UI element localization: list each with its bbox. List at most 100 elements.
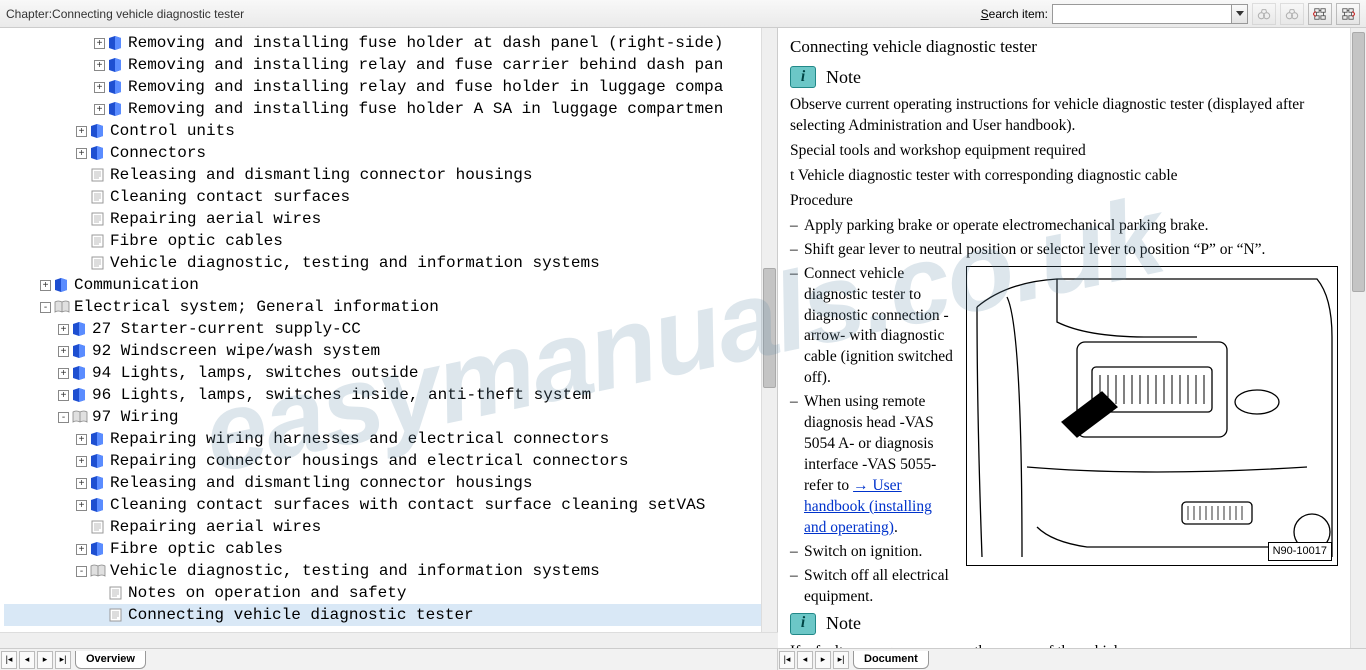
- expand-icon[interactable]: +: [76, 478, 87, 489]
- collapse-icon[interactable]: -: [40, 302, 51, 313]
- tree-item[interactable]: +94 Lights, lamps, switches outside: [4, 362, 761, 384]
- tab-nav-prev[interactable]: ◂: [797, 651, 813, 669]
- book-open-icon: [72, 410, 88, 424]
- tree-item[interactable]: Connecting vehicle diagnostic tester: [4, 604, 761, 626]
- page-icon: [90, 190, 106, 204]
- tab-nav-prev[interactable]: ◂: [19, 651, 35, 669]
- tree-item[interactable]: +Releasing and dismantling connector hou…: [4, 472, 761, 494]
- tree-item[interactable]: Repairing aerial wires: [4, 516, 761, 538]
- tree-item[interactable]: -Vehicle diagnostic, testing and informa…: [4, 560, 761, 582]
- tab-nav-next[interactable]: ▸: [815, 651, 831, 669]
- note-body: Observe current operating instructions f…: [790, 95, 1338, 137]
- tree-item[interactable]: + Cleaning contact surfaces with contact …: [4, 494, 761, 516]
- tree-item[interactable]: + Removing and installing relay and fuse …: [4, 76, 761, 98]
- tree-item[interactable]: -Electrical system; General information: [4, 296, 761, 318]
- tree-item[interactable]: +Fibre optic cables: [4, 538, 761, 560]
- tree-item[interactable]: Notes on operation and safety: [4, 582, 761, 604]
- tree-item[interactable]: +Removing and installing relay and fuse …: [4, 54, 761, 76]
- tree-item[interactable]: Releasing and dismantling connector hous…: [4, 164, 761, 186]
- find-next-button[interactable]: [1280, 3, 1304, 25]
- tab-nav-last[interactable]: ▸|: [833, 651, 849, 669]
- book-blue-icon: [108, 102, 124, 116]
- expand-icon[interactable]: +: [94, 82, 105, 93]
- tree-horizontal-scrollbar[interactable]: [0, 632, 778, 648]
- book-blue-icon: [90, 146, 106, 160]
- doc-vertical-scrollbar[interactable]: [1350, 28, 1366, 648]
- tree-item-label: Removing and installing relay and fuse h…: [128, 76, 723, 98]
- tree-item[interactable]: Repairing aerial wires: [4, 208, 761, 230]
- book-blue-icon: [72, 366, 88, 380]
- page-icon: [108, 586, 124, 600]
- collapse-tree-button[interactable]: [1308, 3, 1332, 25]
- chapter-label: Chapter:Connecting vehicle diagnostic te…: [6, 7, 244, 21]
- expand-icon[interactable]: +: [76, 500, 87, 511]
- book-blue-icon: [108, 58, 124, 72]
- expand-icon[interactable]: +: [76, 148, 87, 159]
- tree-pane: +Removing and installing fuse holder at …: [0, 28, 778, 648]
- tree-item-label: Repairing aerial wires: [110, 208, 321, 230]
- find-button[interactable]: [1252, 3, 1276, 25]
- expand-icon[interactable]: +: [76, 126, 87, 137]
- tab-nav-first[interactable]: |◂: [779, 651, 795, 669]
- collapse-icon[interactable]: -: [76, 566, 87, 577]
- book-blue-icon: [72, 322, 88, 336]
- tree-item[interactable]: +Removing and installing fuse holder at …: [4, 32, 761, 54]
- expand-icon[interactable]: +: [58, 390, 69, 401]
- tree-item-label: Releasing and dismantling connector hous…: [110, 164, 532, 186]
- procedure-step: Switch on ignition.: [804, 542, 956, 563]
- tree-item[interactable]: +27 Starter-current supply-CC: [4, 318, 761, 340]
- search-dropdown-button[interactable]: [1232, 4, 1248, 24]
- expand-icon[interactable]: +: [76, 434, 87, 445]
- tree-vertical-scrollbar[interactable]: [761, 28, 777, 648]
- tree-item-label: Communication: [74, 274, 199, 296]
- expand-icon[interactable]: +: [58, 324, 69, 335]
- expand-icon[interactable]: +: [94, 60, 105, 71]
- note-icon: i: [790, 613, 816, 635]
- expand-icon[interactable]: +: [58, 346, 69, 357]
- tab-nav-last[interactable]: ▸|: [55, 651, 71, 669]
- expand-tree-button[interactable]: [1336, 3, 1360, 25]
- tree-item-label: Cleaning contact surfaces with contact s…: [110, 494, 705, 516]
- tree-item[interactable]: + Communication: [4, 274, 761, 296]
- tab-nav-next[interactable]: ▸: [37, 651, 53, 669]
- expand-icon[interactable]: +: [94, 104, 105, 115]
- tab-document[interactable]: Document: [853, 651, 929, 669]
- tree-item[interactable]: +Connectors: [4, 142, 761, 164]
- tree-item[interactable]: + Repairing wiring harnesses and electric…: [4, 428, 761, 450]
- expand-icon[interactable]: +: [40, 280, 51, 291]
- book-blue-icon: [90, 476, 106, 490]
- collapse-icon[interactable]: -: [58, 412, 69, 423]
- tree-item[interactable]: +96 Lights, lamps, switches inside, anti…: [4, 384, 761, 406]
- book-blue-icon: [90, 542, 106, 556]
- expand-icon[interactable]: +: [58, 368, 69, 379]
- tree-item-label: 94 Lights, lamps, switches outside: [92, 362, 418, 384]
- expand-icon[interactable]: +: [76, 456, 87, 467]
- tree-item[interactable]: +Repairing connector housings and electr…: [4, 450, 761, 472]
- book-blue-icon: [90, 454, 106, 468]
- tree-item[interactable]: -97 Wiring: [4, 406, 761, 428]
- procedure-step: Apply parking brake or operate electrome…: [804, 216, 1338, 237]
- doc-title: Connecting vehicle diagnostic tester: [790, 36, 1338, 59]
- tree-item-label: 92 Windscreen wipe/wash system: [92, 340, 380, 362]
- book-blue-icon: [72, 344, 88, 358]
- tree-item[interactable]: + Removing and installing fuse holder A S…: [4, 98, 761, 120]
- tree-item[interactable]: Cleaning contact surfaces: [4, 186, 761, 208]
- tree-item-label: 96 Lights, lamps, switches inside, anti-…: [92, 384, 591, 406]
- tree-item[interactable]: Fibre optic cables: [4, 230, 761, 252]
- expand-icon[interactable]: +: [76, 544, 87, 555]
- procedure-step: Connect vehicle diagnostic tester to dia…: [804, 264, 956, 390]
- tab-overview[interactable]: Overview: [75, 651, 146, 669]
- tree-item-label: Removing and installing fuse holder A SA…: [128, 98, 723, 120]
- book-blue-icon: [90, 432, 106, 446]
- tab-nav-first[interactable]: |◂: [1, 651, 17, 669]
- tree-item[interactable]: Vehicle diagnostic, testing and informat…: [4, 252, 761, 274]
- page-icon: [90, 212, 106, 226]
- tree-item-label: Repairing wiring harnesses and electrica…: [110, 428, 609, 450]
- note-icon: i: [790, 66, 816, 88]
- expand-icon[interactable]: +: [94, 38, 105, 49]
- tree-item[interactable]: + Control units: [4, 120, 761, 142]
- tree-item-label: Control units: [110, 120, 235, 142]
- tree-item[interactable]: +92 Windscreen wipe/wash system: [4, 340, 761, 362]
- book-blue-icon: [90, 498, 106, 512]
- search-input[interactable]: [1052, 4, 1232, 24]
